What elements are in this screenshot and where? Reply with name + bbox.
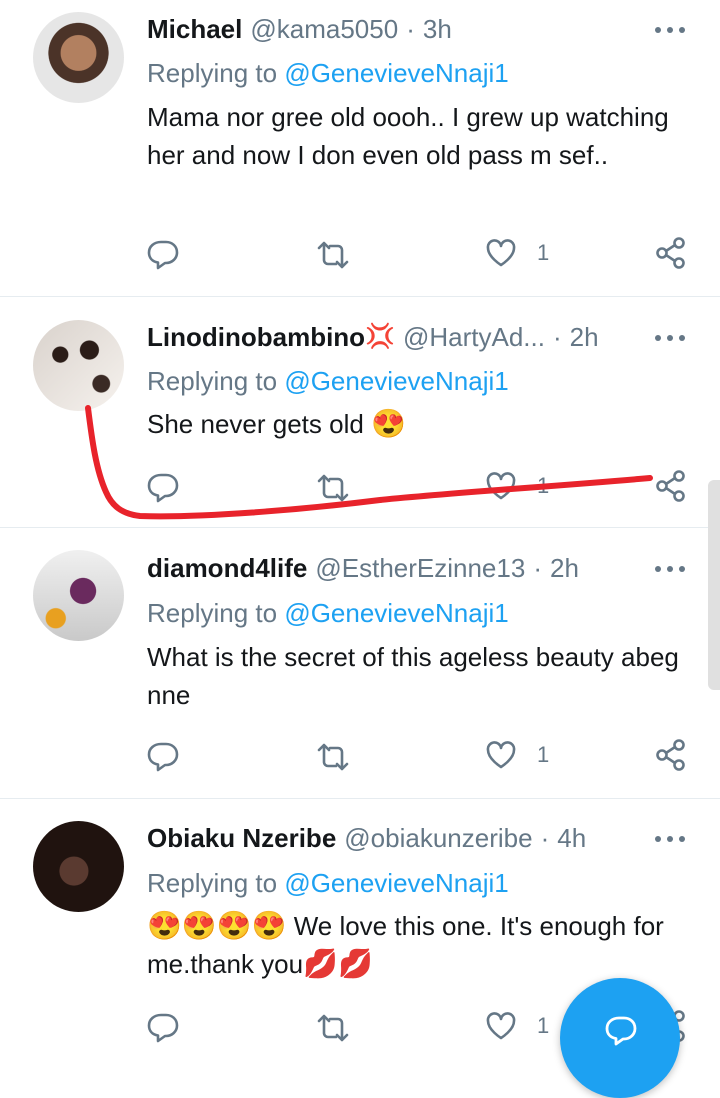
mention-link[interactable]: @GenevieveNnaji1: [284, 366, 508, 396]
display-name[interactable]: Obiaku Nzeribe: [147, 823, 336, 854]
timestamp[interactable]: 3h: [423, 14, 452, 45]
tweet-1[interactable]: Michael @kama5050 · 3h Replying to @Gene…: [0, 0, 720, 296]
user-handle[interactable]: @EstherEzinne13: [315, 553, 525, 584]
avatar[interactable]: [33, 550, 124, 641]
more-icon[interactable]: [655, 829, 685, 849]
user-handle[interactable]: @obiakunzeribe: [344, 823, 532, 854]
anger-emoji: 💢: [365, 323, 395, 350]
separator: ·: [540, 822, 550, 853]
separator: ·: [533, 552, 542, 583]
retweet-icon: [317, 1014, 349, 1042]
tweet-header: Obiaku Nzeribe @obiakunzeribe · 4h: [147, 821, 586, 855]
share-button[interactable]: [655, 236, 687, 270]
heart-icon: [486, 741, 516, 769]
reply-button[interactable]: [146, 1011, 180, 1043]
timestamp[interactable]: 4h: [557, 823, 586, 854]
heart-icon: [486, 239, 516, 267]
share-button[interactable]: [655, 469, 687, 503]
separator: ·: [552, 321, 562, 352]
like-count: 1: [537, 1013, 550, 1038]
replying-to: Replying to @GenevieveNnaji1: [147, 868, 509, 898]
like-count: 1: [537, 742, 550, 767]
avatar[interactable]: [33, 320, 124, 411]
retweet-button[interactable]: [315, 742, 351, 772]
replying-to: Replying to @GenevieveNnaji1: [147, 598, 509, 628]
mention-link[interactable]: @GenevieveNnaji1: [284, 868, 508, 898]
replying-to: Replying to @GenevieveNnaji1: [147, 58, 509, 88]
like-button[interactable]: 1: [485, 238, 549, 268]
heart-icon: [486, 1012, 516, 1040]
tweet-header: Michael @kama5050 · 3h: [147, 12, 452, 46]
reply-icon: [147, 473, 179, 503]
display-name[interactable]: Michael: [147, 14, 242, 45]
tweet-text-wrap: She never gets old 😍: [147, 405, 687, 443]
tweet-text-wrap: 😍😍😍😍 We love this one. It's enough for m…: [147, 907, 687, 983]
tweet-text: She never gets old: [147, 409, 364, 439]
retweet-button[interactable]: [315, 1013, 351, 1043]
reply-button[interactable]: [146, 471, 180, 503]
retweet-icon: [317, 241, 349, 269]
scrollbar-thumb[interactable]: [708, 480, 720, 690]
like-count: 1: [537, 240, 550, 265]
heart-eyes-emoji-group: 😍😍😍😍: [147, 910, 287, 941]
like-button[interactable]: 1: [485, 740, 549, 770]
mention-link[interactable]: @GenevieveNnaji1: [284, 58, 508, 88]
share-icon: [656, 237, 685, 269]
tweet-text: Mama nor gree old oooh.. I grew up watch…: [147, 102, 669, 170]
retweet-icon: [317, 474, 349, 502]
share-button[interactable]: [655, 738, 687, 772]
share-icon: [656, 470, 685, 502]
display-name[interactable]: diamond4life: [147, 553, 307, 584]
tweet-header: diamond4life @EstherEzinne13 · 2h: [147, 551, 579, 585]
more-icon[interactable]: [655, 328, 685, 348]
more-icon[interactable]: [655, 20, 685, 40]
reply-button[interactable]: [146, 238, 180, 270]
more-icon[interactable]: [655, 559, 685, 579]
compose-reply-icon: [605, 1016, 637, 1046]
share-icon: [656, 739, 685, 771]
reply-icon: [147, 1013, 179, 1043]
kiss-mark-emoji-group: 💋💋: [303, 948, 373, 979]
timestamp[interactable]: 2h: [570, 322, 599, 353]
heart-eyes-emoji: 😍: [371, 408, 406, 439]
timestamp[interactable]: 2h: [550, 553, 579, 584]
tweet-text: What is the secret of this ageless beaut…: [147, 642, 679, 710]
reply-button[interactable]: [146, 740, 180, 772]
reply-icon: [147, 240, 179, 270]
separator: ·: [406, 13, 415, 44]
heart-icon: [486, 472, 516, 500]
compose-reply-button[interactable]: [560, 978, 680, 1098]
tweet-header: Linodinobambino 💢 @HartyAd... · 2h: [147, 320, 599, 354]
avatar[interactable]: [33, 12, 124, 103]
reply-icon: [147, 742, 179, 772]
like-button[interactable]: 1: [485, 1011, 549, 1041]
retweet-icon: [317, 743, 349, 771]
like-button[interactable]: 1: [485, 471, 549, 501]
like-count: 1: [537, 473, 550, 498]
user-handle[interactable]: @HartyAd...: [403, 322, 545, 353]
tweet-3[interactable]: diamond4life @EstherEzinne13 · 2h Replyi…: [0, 528, 720, 798]
avatar[interactable]: [33, 821, 124, 912]
tweet-2[interactable]: Linodinobambino 💢 @HartyAd... · 2h Reply…: [0, 297, 720, 527]
retweet-button[interactable]: [315, 473, 351, 503]
display-name[interactable]: Linodinobambino: [147, 322, 365, 353]
retweet-button[interactable]: [315, 240, 351, 270]
replying-to: Replying to @GenevieveNnaji1: [147, 366, 509, 396]
mention-link[interactable]: @GenevieveNnaji1: [284, 598, 508, 628]
user-handle[interactable]: @kama5050: [250, 14, 398, 45]
